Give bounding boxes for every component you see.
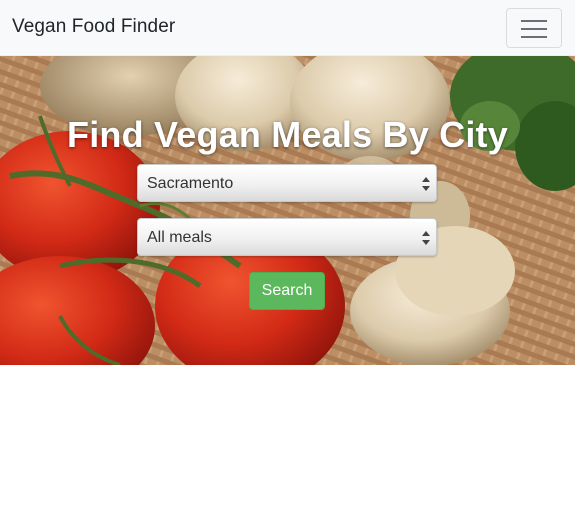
page-title: Find Vegan Meals By City <box>67 114 508 155</box>
select-arrows-icon <box>422 177 430 191</box>
city-select-value: Sacramento <box>147 175 234 192</box>
navbar: Vegan Food Finder <box>0 0 575 56</box>
hamburger-menu-icon <box>521 20 547 38</box>
city-select[interactable]: Sacramento <box>137 164 437 202</box>
menu-toggle-button[interactable] <box>506 8 562 48</box>
search-button[interactable]: Search <box>249 272 325 310</box>
meal-select-value: All meals <box>147 229 212 246</box>
select-arrows-icon <box>422 231 430 245</box>
hero-banner <box>0 56 575 365</box>
vegetables-background-image <box>0 56 575 365</box>
brand-title[interactable]: Vegan Food Finder <box>12 16 175 38</box>
meal-select[interactable]: All meals <box>137 218 437 256</box>
